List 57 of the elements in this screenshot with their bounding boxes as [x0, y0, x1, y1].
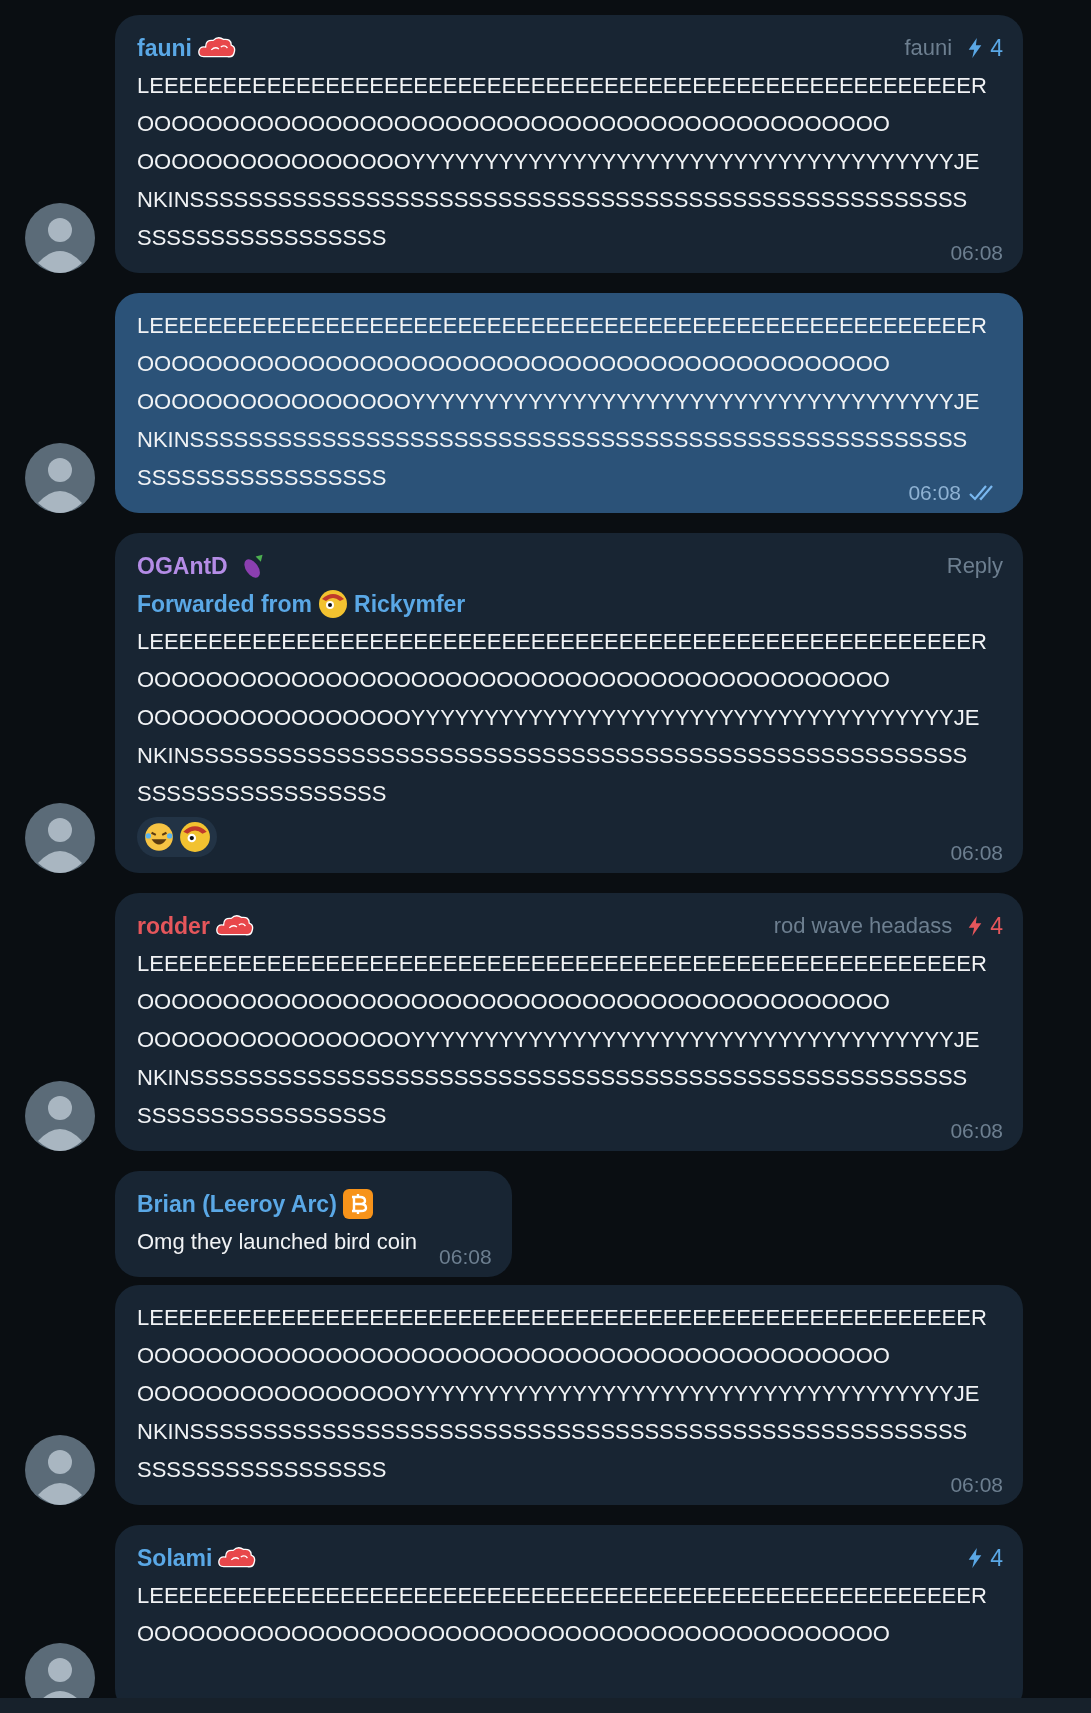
message-text: OOOOOOOOOOOOOOOOOOOOOOOOOOOOOOOOOOOOOOOOOOOO	[137, 1620, 890, 1648]
message-text: OOOOOOOOOOOOOOOOYYYYYYYYYYYYYYYYYYYYYYYYYYYYYYYYYYYYYJE	[137, 1026, 980, 1054]
reply-link[interactable]: Reply	[946, 553, 1003, 579]
sender-name[interactable]: Solami	[137, 1544, 213, 1572]
avatar[interactable]	[25, 803, 95, 873]
message-time: 06:08	[908, 481, 961, 505]
message-time: 06:08	[950, 1473, 1003, 1497]
message-text: OOOOOOOOOOOOOOOOOOOOOOOOOOOOOOOOOOOOOOOOOOOO	[137, 666, 890, 694]
message-text: OOOOOOOOOOOOOOOOOOOOOOOOOOOOOOOOOOOOOOOOOOOO	[137, 1342, 890, 1370]
message-time: 06:08	[950, 241, 1003, 265]
reactions-pill[interactable]	[137, 817, 217, 857]
sender-name[interactable]: OGAntD	[137, 552, 228, 580]
message-text: OOOOOOOOOOOOOOOOOOOOOOOOOOOOOOOOOOOOOOOOOOOO	[137, 988, 890, 1016]
message-text: NKINSSSSSSSSSSSSSSSSSSSSSSSSSSSSSSSSSSSSSSSSSSSSSSSSSSSSS	[137, 742, 968, 770]
message-time: 06:08	[439, 1245, 492, 1269]
forward-source[interactable]: Rickymfer	[354, 590, 466, 618]
member-tag: fauni	[904, 35, 953, 61]
avatar[interactable]	[25, 1435, 95, 1505]
sender-name[interactable]: fauni	[137, 34, 192, 62]
message-text: SSSSSSSSSSSSSSSSS	[137, 780, 387, 808]
member-tag: rod wave headass	[773, 913, 953, 939]
boost-count: 4	[990, 1544, 1003, 1572]
message-text: SSSSSSSSSSSSSSSSS	[137, 224, 387, 252]
message-text: OOOOOOOOOOOOOOOOOOOOOOOOOOOOOOOOOOOOOOOOOOOO	[137, 350, 890, 378]
message-text: Omg they launched bird coin	[137, 1228, 418, 1256]
message-text: OOOOOOOOOOOOOOOOYYYYYYYYYYYYYYYYYYYYYYYYYYYYYYYYYYYYYJE	[137, 388, 980, 416]
avatar[interactable]	[25, 1081, 95, 1151]
message-text: OOOOOOOOOOOOOOOOOOOOOOOOOOOOOOOOOOOOOOOOOOOO	[137, 110, 890, 138]
message-time: 06:08	[950, 1119, 1003, 1143]
message-text: LEEEEEEEEEEEEEEEEEEEEEEEEEEEEEEEEEEEEEEEEEEEEEEEEEEEEEEEER	[137, 1304, 987, 1332]
message-text: NKINSSSSSSSSSSSSSSSSSSSSSSSSSSSSSSSSSSSSSSSSSSSSSSSSSSSSS	[137, 1064, 968, 1092]
message-text: LEEEEEEEEEEEEEEEEEEEEEEEEEEEEEEEEEEEEEEEEEEEEEEEEEEEEEEEER	[137, 628, 987, 656]
message-text: NKINSSSSSSSSSSSSSSSSSSSSSSSSSSSSSSSSSSSSSSSSSSSSSSSSSSSSS	[137, 1418, 968, 1446]
message-text: LEEEEEEEEEEEEEEEEEEEEEEEEEEEEEEEEEEEEEEEEEEEEEEEEEEEEEEEER	[137, 312, 987, 340]
message-time: 06:08	[950, 841, 1003, 865]
message-text: SSSSSSSSSSSSSSSSS	[137, 1102, 387, 1130]
message-text: LEEEEEEEEEEEEEEEEEEEEEEEEEEEEEEEEEEEEEEEEEEEEEEEEEEEEEEEER	[137, 1582, 987, 1610]
avatar[interactable]	[25, 203, 95, 273]
forwarded-label: Forwarded from	[137, 590, 313, 618]
message-text: LEEEEEEEEEEEEEEEEEEEEEEEEEEEEEEEEEEEEEEEEEEEEEEEEEEEEEEEER	[137, 950, 987, 978]
message-text: LEEEEEEEEEEEEEEEEEEEEEEEEEEEEEEEEEEEEEEEEEEEEEEEEEEEEEEEER	[137, 72, 987, 100]
message-text: OOOOOOOOOOOOOOOOYYYYYYYYYYYYYYYYYYYYYYYYYYYYYYYYYYYYYJE	[137, 148, 980, 176]
cartoon-face-icon	[179, 821, 211, 853]
cartoon-face-icon	[318, 589, 349, 619]
laughing-emoji-icon	[143, 821, 175, 853]
boost-count: 4	[990, 34, 1003, 62]
sender-name[interactable]: rodder	[137, 912, 210, 940]
message-text: SSSSSSSSSSSSSSSSS	[137, 464, 387, 492]
message-text: NKINSSSSSSSSSSSSSSSSSSSSSSSSSSSSSSSSSSSSSSSSSSSSSSSSSSSSS	[137, 186, 968, 214]
boost-count: 4	[990, 912, 1003, 940]
message-text: SSSSSSSSSSSSSSSSS	[137, 1456, 387, 1484]
bitcoin-icon	[342, 1189, 373, 1219]
message-text: NKINSSSSSSSSSSSSSSSSSSSSSSSSSSSSSSSSSSSSSSSSSSSSSSSSSSSSS	[137, 426, 968, 454]
message-text: OOOOOOOOOOOOOOOOYYYYYYYYYYYYYYYYYYYYYYYYYYYYYYYYYYYYYJE	[137, 1380, 980, 1408]
message-text: OOOOOOOOOOOOOOOOYYYYYYYYYYYYYYYYYYYYYYYYYYYYYYYYYYYYYJE	[137, 704, 980, 732]
sender-name[interactable]: Brian (Leeroy Arc)	[137, 1190, 337, 1218]
avatar[interactable]	[25, 443, 95, 513]
